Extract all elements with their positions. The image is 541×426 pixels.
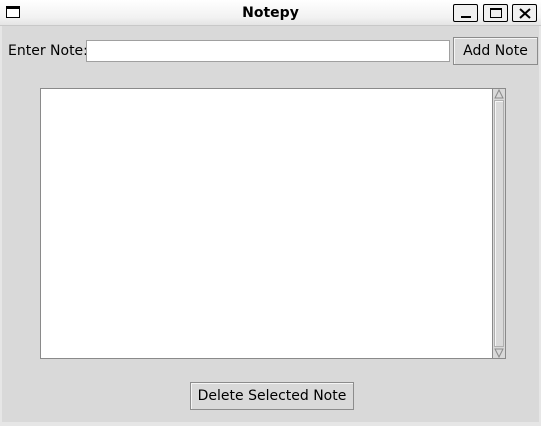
note-input[interactable] xyxy=(86,40,450,62)
minimize-icon xyxy=(461,16,471,18)
maximize-icon xyxy=(490,8,502,18)
note-label: Enter Note: xyxy=(8,43,88,59)
close-button[interactable] xyxy=(512,4,537,22)
scrollbar-thumb[interactable] xyxy=(494,100,504,347)
delete-selected-note-button[interactable]: Delete Selected Note xyxy=(190,382,354,410)
title-bar[interactable]: Notepy xyxy=(0,0,541,26)
scroll-down-icon[interactable] xyxy=(494,348,504,358)
add-note-button[interactable]: Add Note xyxy=(453,37,538,65)
maximize-button[interactable] xyxy=(483,4,508,22)
minimize-button[interactable] xyxy=(453,4,478,22)
app-window: Notepy Enter Note: Add Note Delete Selec… xyxy=(0,0,541,426)
notes-scrollbar[interactable] xyxy=(493,88,506,359)
notes-listbox[interactable] xyxy=(40,88,493,359)
scroll-up-icon[interactable] xyxy=(494,89,504,99)
close-icon xyxy=(519,8,531,19)
